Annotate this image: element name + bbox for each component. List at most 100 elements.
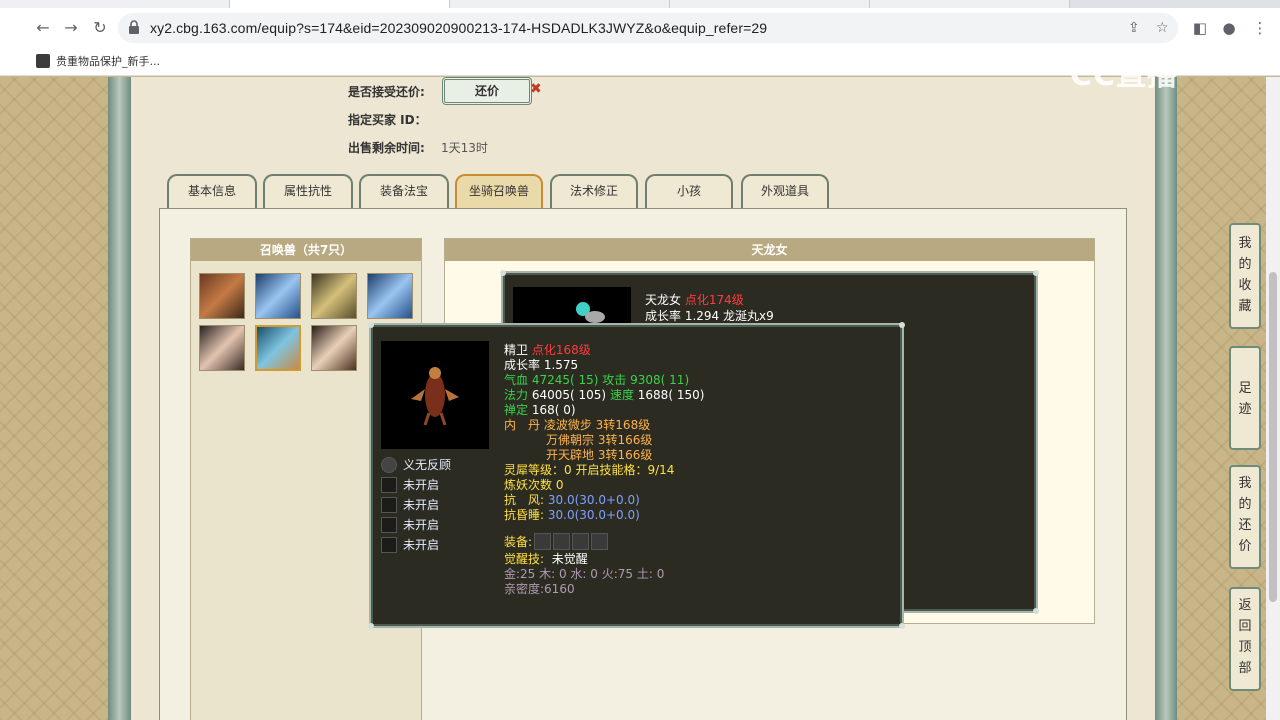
back-to-top-button[interactable]: 返回顶部 [1229,587,1261,691]
offer-button[interactable]: 还价 [442,77,532,105]
tooltip-pet-name: 精卫 [504,343,529,357]
hp-label: 气血 [504,373,529,387]
back-icon[interactable]: ← [33,18,53,38]
pet-list-header: 召唤兽（共7只） [191,239,421,261]
zen-label: 禅定 [504,403,529,417]
equip-slot[interactable] [572,533,590,550]
tooltip-res-sleep: 抗昏睡: 30.0(30.0+0.0) [504,506,640,523]
card-corner [899,623,905,629]
card-corner [1033,608,1039,614]
card-corner [1033,270,1039,276]
side-btn-char: 收 [1238,278,1252,293]
browser-tab[interactable] [0,0,230,8]
pet-thumbnail-selected[interactable] [255,325,301,371]
right-border [1155,77,1177,720]
side-btn-char: 价 [1238,539,1252,554]
bookmark-label: 贵重物品保护_新手... [56,55,160,68]
side-btn-char: 足 [1238,381,1252,396]
tooltip-pet-level: 点化168级 [531,343,591,357]
browser-tab[interactable] [670,0,870,8]
menu-icon[interactable]: ⋮ [1250,18,1270,38]
awaken-value: 未觉醒 [551,552,588,566]
spd-label: 速度 [609,388,634,402]
scrollbar-thumb[interactable] [1269,272,1277,602]
tab-children[interactable]: 小孩 [645,174,733,208]
lock-icon[interactable] [128,20,140,34]
buyer-id-label: 指定买家 ID： [348,113,427,127]
res-wind-value: 30.0(30.0+0.0) [547,493,640,507]
share-icon[interactable]: ⇪ [1128,20,1140,36]
skill-item[interactable]: 未开启 [381,476,439,493]
time-left-label: 出售剩余时间: [348,141,425,155]
atk-label: 攻击 [602,373,627,387]
page-scrollbar[interactable] [1266,77,1280,720]
left-border [108,77,131,720]
skill-label: 未开启 [403,478,440,492]
browser-tab[interactable] [450,0,670,8]
equip-slot[interactable] [591,533,609,550]
address-bar[interactable]: xy2.cbg.163.com/equip?s=174&eid=20230902… [118,13,1178,43]
side-btn-char: 藏 [1238,299,1252,314]
skill-item[interactable]: 未开启 [381,536,439,553]
my-favorites-button[interactable]: 我的收藏 [1229,223,1261,329]
pet-thumbnail[interactable] [255,273,301,319]
browser-tab-strip [0,0,1280,8]
tab-spell-mod[interactable]: 法术修正 [550,174,638,208]
sidebar-icon[interactable]: ◧ [1190,18,1210,38]
my-offers-button[interactable]: 我的还价 [1229,465,1261,569]
skill-label: 未开启 [403,538,440,552]
equip-slot[interactable] [553,533,571,550]
skill-locked-icon [381,537,397,553]
tooltip-portrait [381,341,489,449]
tab-mounts-pets[interactable]: 坐骑召唤兽 [455,174,543,208]
skill-item[interactable]: 未开启 [381,496,439,513]
url-text[interactable]: xy2.cbg.163.com/equip?s=174&eid=20230902… [150,20,767,36]
skill-item[interactable]: 未开启 [381,516,439,533]
forward-icon[interactable]: → [61,18,81,38]
tab-basic-info[interactable]: 基本信息 [167,174,257,208]
side-btn-char: 迹 [1238,402,1252,417]
skill-locked-icon [381,477,397,493]
tab-equipment[interactable]: 装备法宝 [359,174,449,208]
star-icon[interactable]: ☆ [1156,20,1169,36]
footprint-button[interactable]: 足迹 [1229,346,1261,450]
tab-attributes[interactable]: 属性抗性 [263,174,353,208]
tab-appearance[interactable]: 外观道具 [741,174,829,208]
pet-portrait [513,287,631,323]
res-sleep-value: 30.0(30.0+0.0) [547,508,640,522]
skill-label: 义无反顾 [403,458,452,472]
mp-value: 64005( 105) [531,388,607,402]
browser-toolbar: ← → ↻ xy2.cbg.163.com/equip?s=174&eid=20… [0,8,1280,48]
pet-portrait-figure [576,302,605,323]
pet-thumbnail[interactable] [199,325,245,371]
side-btn-char: 顶 [1238,640,1252,655]
pet-title-line: 天龙女 点化174级 [645,291,744,308]
bookmark-favicon-icon [36,54,50,68]
pet-level: 点化174级 [684,293,744,307]
zen-value: 168( 0) [531,403,576,417]
accept-offer-label: 是否接受还价: [348,85,425,99]
skill-locked-icon [381,497,397,513]
skill-swirl-icon [381,457,397,473]
reload-icon[interactable]: ↻ [90,18,110,38]
res-wind-label: 抗 风: [504,493,545,507]
side-btn-char: 还 [1238,518,1252,533]
pet-thumbnail[interactable] [311,325,357,371]
pet-thumbnail[interactable] [199,273,245,319]
profile-icon[interactable]: ● [1219,18,1239,38]
browser-tab-active[interactable] [230,0,450,8]
pet-thumbnail[interactable] [311,273,357,319]
equip-label: 装备: [504,535,533,549]
side-btn-char: 的 [1238,497,1252,512]
pet-thumbnail[interactable] [367,273,413,319]
skill-item[interactable]: 义无反顾 [381,456,451,473]
side-btn-char: 我 [1238,476,1252,491]
browser-tab[interactable] [870,0,1070,8]
awaken-label: 觉醒技: [504,552,545,566]
equip-slot[interactable] [534,533,552,550]
bookmark-item[interactable]: 贵重物品保护_新手... [36,53,160,69]
time-left-value: 1天13时 [441,141,488,155]
side-btn-char: 部 [1238,661,1252,676]
card-corner [368,623,374,629]
pet-growth: 成长率 1.294 龙涎丸x9 [645,309,774,323]
